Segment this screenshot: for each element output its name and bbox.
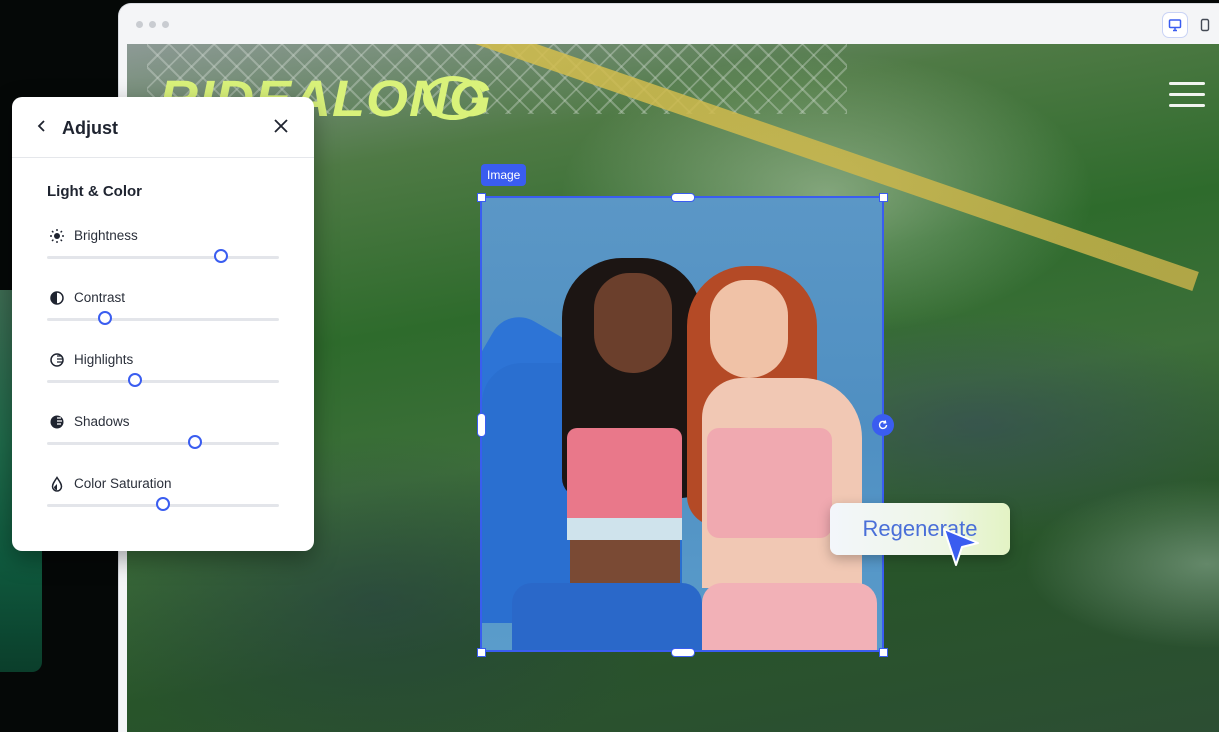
contrast-control: Contrast	[47, 290, 279, 340]
control-label: Shadows	[74, 414, 130, 429]
window-dot[interactable]	[162, 21, 169, 28]
shadows-icon	[50, 415, 64, 429]
brightness-icon	[50, 229, 64, 243]
shadows-control: Shadows	[47, 414, 279, 464]
photo-detail	[567, 518, 682, 540]
slider-track[interactable]	[47, 318, 279, 321]
panel-header: Adjust	[12, 97, 314, 158]
window-dot[interactable]	[136, 21, 143, 28]
mobile-view-button[interactable]	[1193, 13, 1217, 37]
back-icon[interactable]	[34, 117, 50, 135]
photo-detail	[710, 280, 788, 378]
close-icon[interactable]	[272, 117, 290, 135]
control-label: Contrast	[74, 290, 126, 305]
photo-detail	[702, 583, 877, 650]
slider-knob[interactable]	[188, 435, 203, 449]
control-label: Brightness	[74, 228, 138, 243]
slider-track[interactable]	[47, 380, 279, 383]
menu-icon[interactable]	[1169, 82, 1205, 115]
titlebar	[119, 4, 1219, 44]
window-dot[interactable]	[149, 21, 156, 28]
saturation-control: Color Saturation	[47, 476, 279, 526]
highlights-icon	[50, 353, 64, 367]
window-controls	[136, 21, 169, 28]
adjust-panel: Adjust Light & Color Brightness Contrast…	[12, 97, 314, 551]
panel-title: Adjust	[62, 118, 118, 138]
resize-handle-top-left[interactable]	[477, 193, 486, 202]
resize-handle-left[interactable]	[477, 413, 486, 437]
slider-knob[interactable]	[214, 249, 228, 263]
resize-handle-top-right[interactable]	[879, 193, 888, 202]
highlights-control: Highlights	[47, 352, 279, 402]
photo-detail	[512, 583, 702, 650]
cursor-icon	[943, 528, 979, 566]
regenerate-button[interactable]: Regenerate	[830, 503, 1010, 555]
slider-knob[interactable]	[98, 311, 112, 325]
slider-knob[interactable]	[128, 373, 143, 387]
rotate-handle[interactable]	[872, 414, 894, 436]
desktop-icon	[1168, 19, 1182, 32]
slider-knob[interactable]	[156, 497, 170, 511]
control-label: Color Saturation	[74, 476, 172, 491]
photo-detail	[594, 273, 672, 373]
selected-image[interactable]	[480, 196, 884, 652]
brightness-control: Brightness	[47, 228, 279, 278]
photo-detail	[707, 428, 832, 538]
mobile-icon	[1200, 18, 1210, 32]
resize-handle-top[interactable]	[671, 193, 695, 202]
slider-track[interactable]	[47, 256, 279, 259]
saturation-icon	[51, 476, 63, 492]
image-tag: Image	[481, 164, 527, 186]
slider-track[interactable]	[47, 442, 279, 445]
resize-handle-bottom[interactable]	[671, 648, 695, 657]
desktop-view-button[interactable]	[1163, 13, 1187, 37]
view-toggle	[1163, 13, 1217, 37]
resize-handle-bottom-left[interactable]	[477, 648, 486, 657]
control-label: Highlights	[74, 352, 134, 367]
contrast-icon	[50, 291, 64, 305]
logo-mark-icon	[423, 76, 483, 120]
section-title: Light & Color	[47, 183, 142, 200]
rotate-icon	[878, 420, 888, 430]
resize-handle-bottom-right[interactable]	[879, 648, 888, 657]
